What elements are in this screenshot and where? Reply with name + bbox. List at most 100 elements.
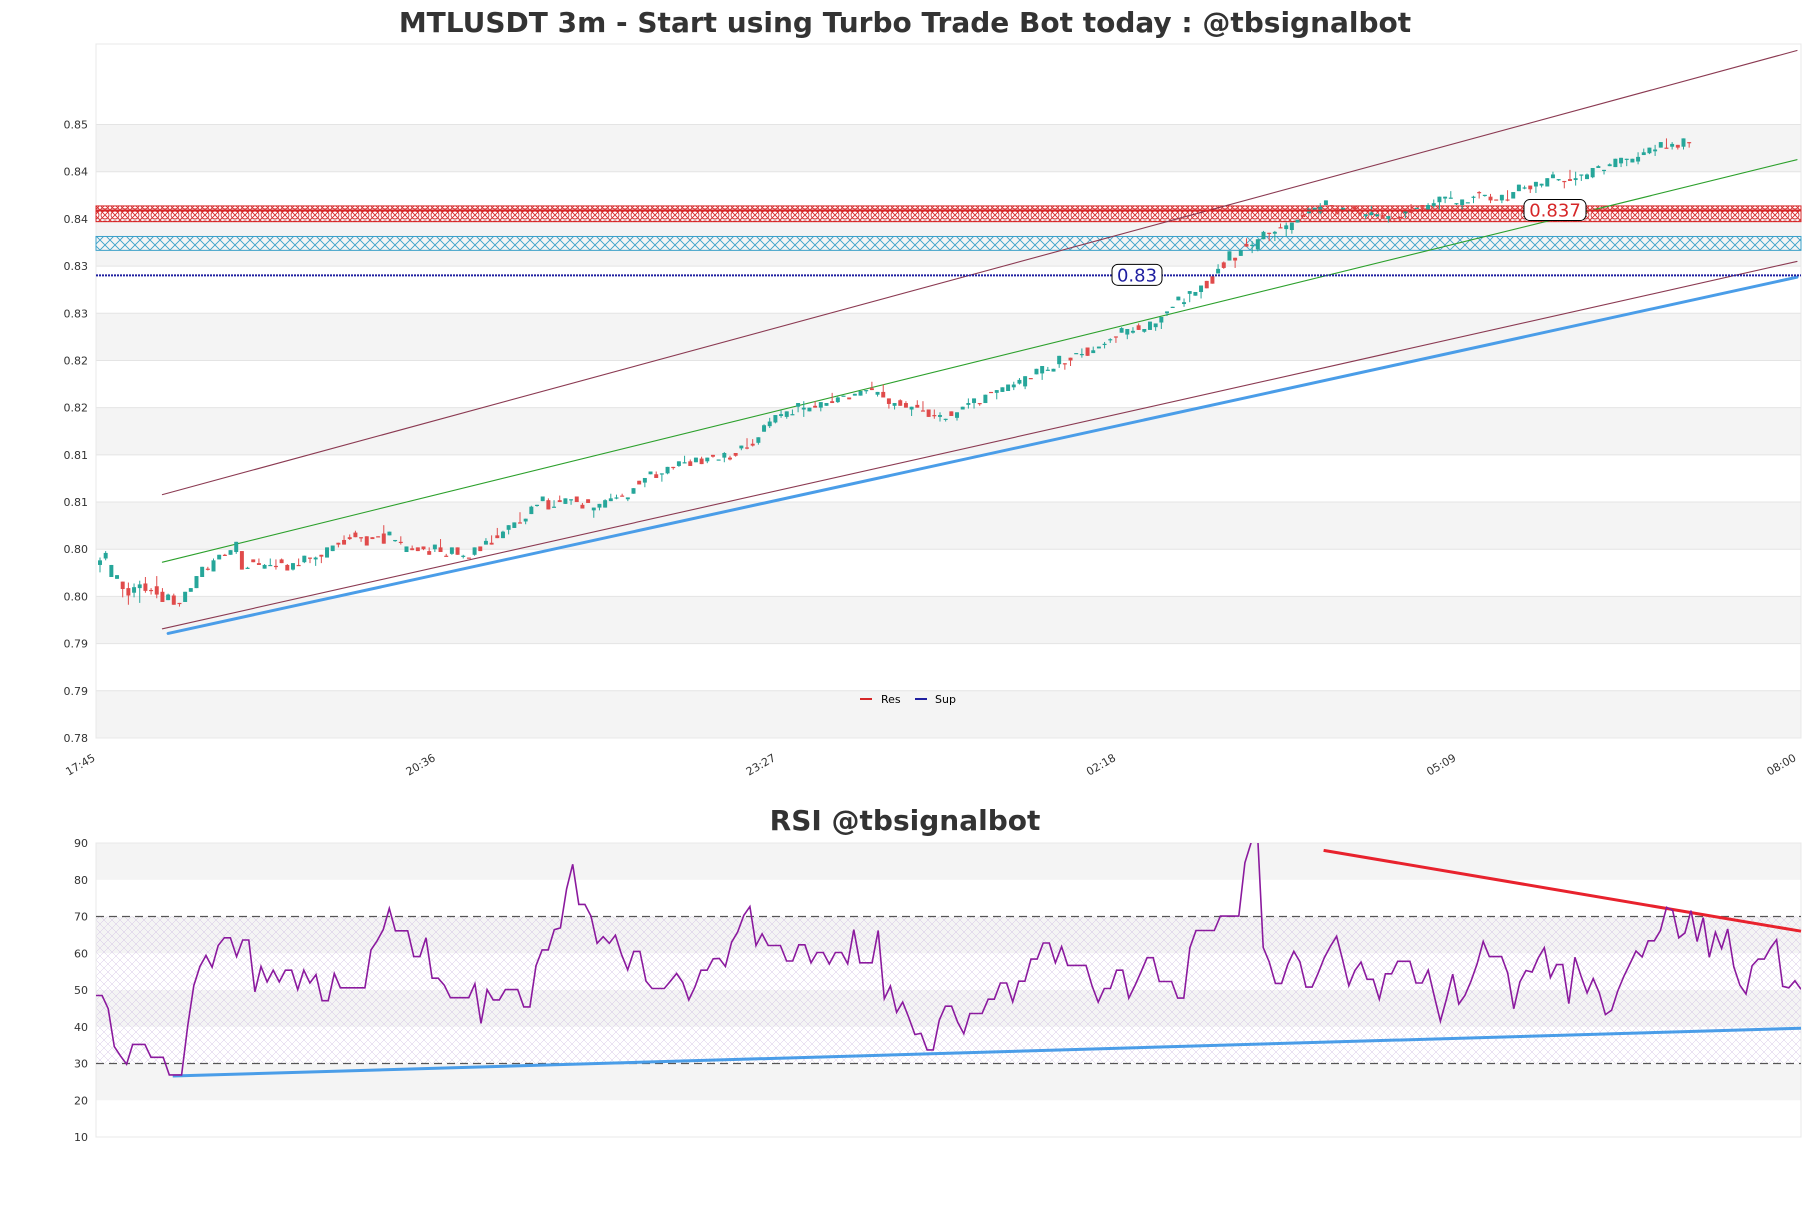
candle-body xyxy=(1636,156,1641,162)
candle-body xyxy=(569,499,574,501)
chart-canvas: MTLUSDT 3m - Start using Turbo Trade Bot… xyxy=(64,6,1802,1144)
candle-body xyxy=(143,583,148,591)
candle-body xyxy=(1545,178,1550,187)
candle-body xyxy=(1102,343,1107,346)
rsi-band xyxy=(96,843,1801,880)
candle-body xyxy=(1386,216,1391,219)
candle-body xyxy=(1533,181,1538,187)
candle-body xyxy=(273,565,278,568)
candle-body xyxy=(472,547,477,555)
candle-body xyxy=(716,459,721,461)
candle-body xyxy=(847,397,852,400)
candle-body xyxy=(495,535,500,539)
y-tick-label: 0.80 xyxy=(64,590,89,603)
candle-body xyxy=(1301,215,1306,218)
candle-body xyxy=(251,559,256,563)
candle-body xyxy=(103,552,108,559)
candle-body xyxy=(1091,350,1096,354)
candle-body xyxy=(387,531,392,536)
candle-body xyxy=(154,586,159,595)
rsi-y-tick-label: 30 xyxy=(74,1058,88,1071)
candle-body xyxy=(1079,353,1084,356)
candle-body xyxy=(1227,251,1232,261)
candle-body xyxy=(506,525,511,530)
candle-body xyxy=(205,568,210,570)
candle-body xyxy=(256,563,261,565)
candle-body xyxy=(1267,232,1272,234)
candle-body xyxy=(813,405,818,408)
y-tick-label: 0.82 xyxy=(64,402,89,415)
candle-body xyxy=(648,471,653,475)
candle-body xyxy=(614,497,619,499)
candle-body xyxy=(1420,205,1425,208)
candle-body xyxy=(1675,144,1680,148)
candle-body xyxy=(1329,205,1334,207)
candle-body xyxy=(1006,384,1011,391)
candle-body xyxy=(1687,142,1692,144)
candle-body xyxy=(1465,202,1470,204)
candle-body xyxy=(285,564,290,571)
candle-body xyxy=(688,461,693,466)
candle-body xyxy=(824,403,829,406)
candle-body xyxy=(1204,280,1209,289)
candle-body xyxy=(1471,196,1476,198)
candle-body xyxy=(898,400,903,406)
candle-body xyxy=(1159,316,1164,323)
candle-body xyxy=(1590,167,1595,178)
candle-body xyxy=(784,411,789,417)
candle-body xyxy=(818,402,823,408)
rsi-chart-title: RSI @tbsignalbot xyxy=(770,804,1041,837)
main-chart-title: MTLUSDT 3m - Start using Turbo Trade Bot… xyxy=(399,6,1411,39)
candle-body xyxy=(932,415,937,417)
rsi-y-tick-label: 70 xyxy=(74,911,88,924)
candle-body xyxy=(109,564,114,577)
candle-body xyxy=(1397,217,1402,219)
candle-body xyxy=(745,447,750,449)
candle-body xyxy=(937,415,942,417)
candle-body xyxy=(790,414,795,416)
candle-body xyxy=(381,533,386,544)
grid-band xyxy=(96,313,1801,361)
candle-body xyxy=(166,594,171,601)
candle-body xyxy=(489,542,494,545)
candle-body xyxy=(1426,205,1431,210)
candle-body xyxy=(540,496,545,502)
y-tick-label: 0.84 xyxy=(64,213,89,226)
y-tick-label: 0.79 xyxy=(64,685,89,698)
candle-body xyxy=(353,532,358,538)
rsi-neutral-zone xyxy=(96,916,1801,1064)
candle-body xyxy=(1261,231,1266,240)
candle-body xyxy=(1062,363,1067,365)
candle-body xyxy=(1460,199,1465,206)
candle-body xyxy=(308,557,312,559)
candle-body xyxy=(608,498,613,502)
candle-body xyxy=(194,576,199,589)
candle-body xyxy=(330,545,335,552)
candle-body xyxy=(830,401,835,404)
candle-body xyxy=(1295,219,1300,223)
candle-body xyxy=(1579,174,1584,176)
candle-body xyxy=(1108,339,1113,341)
candle-body xyxy=(983,394,988,404)
rsi-y-tick-label: 40 xyxy=(74,1021,88,1034)
candle-body xyxy=(1136,325,1141,330)
y-tick-label: 0.79 xyxy=(64,638,89,651)
x-tick-label: 23:27 xyxy=(744,751,778,778)
candle-body xyxy=(1011,384,1016,388)
candle-body xyxy=(903,403,908,408)
candle-body xyxy=(631,488,636,494)
candle-body xyxy=(989,391,994,394)
candle-body xyxy=(376,536,381,538)
rsi-grid-bands xyxy=(96,843,1801,1101)
candle-body xyxy=(319,554,324,557)
rsi-y-tick-label: 50 xyxy=(74,984,88,997)
candle-body xyxy=(1289,222,1294,230)
candle-body xyxy=(620,495,625,497)
candle-body xyxy=(1505,199,1510,201)
candle-body xyxy=(671,466,676,469)
candle-body xyxy=(665,466,670,474)
candle-body xyxy=(410,548,415,551)
candle-body xyxy=(239,551,244,570)
candle-body xyxy=(535,504,540,507)
candle-body xyxy=(1596,166,1601,168)
